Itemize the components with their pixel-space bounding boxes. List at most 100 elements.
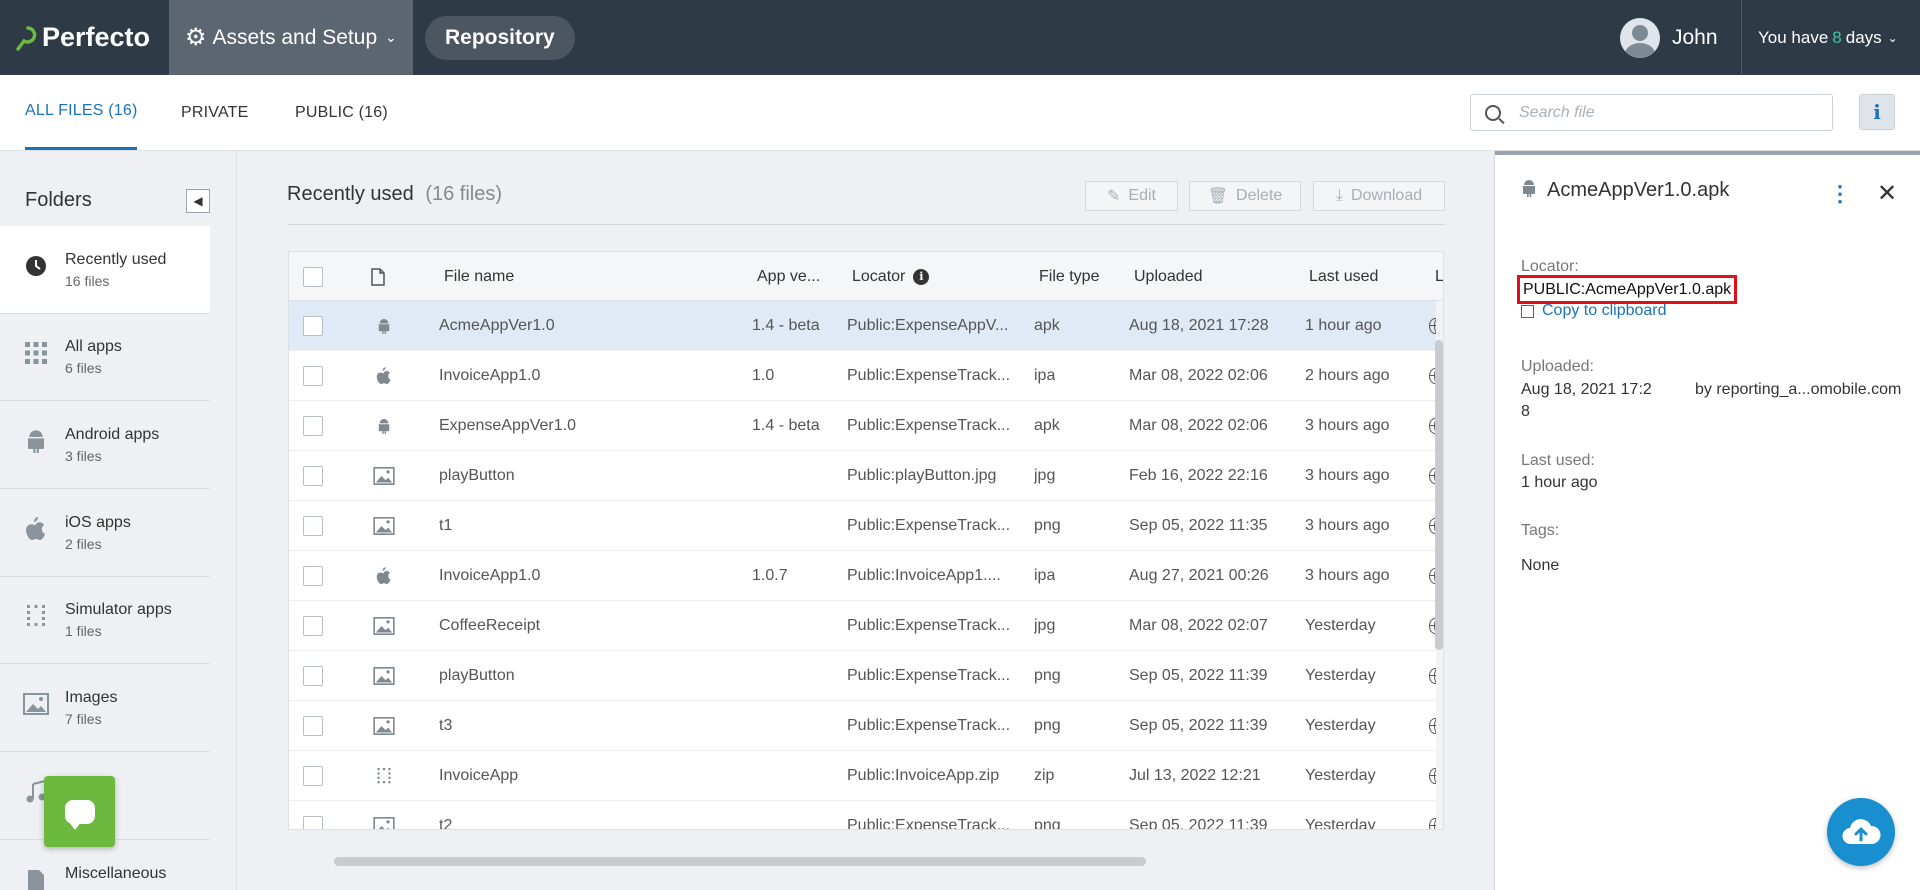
file-name-cell[interactable]: CoffeeReceipt	[439, 601, 540, 651]
edit-button[interactable]: ✎ Edit	[1085, 181, 1178, 211]
checkbox[interactable]	[303, 316, 323, 336]
header-last-used[interactable]: Last used	[1309, 252, 1378, 301]
header-file-type[interactable]: File type	[1039, 252, 1099, 301]
copy-to-clipboard-link[interactable]: Copy to clipboard	[1521, 302, 1667, 320]
checkbox[interactable]	[303, 466, 323, 486]
folder-item-simulator-apps[interactable]: Simulator apps 1 files	[0, 576, 210, 664]
clock-icon	[23, 255, 49, 284]
tab-all-files[interactable]: ALL FILES (16)	[25, 75, 138, 150]
folder-item-miscellaneous[interactable]: Miscellaneous 3 files	[0, 840, 210, 890]
file-name-cell[interactable]: InvoiceApp1.0	[439, 351, 540, 401]
chat-button[interactable]	[44, 776, 115, 847]
checkbox[interactable]	[303, 516, 323, 536]
row-checkbox[interactable]	[303, 351, 323, 401]
uploaded-cell: Aug 27, 2021 00:26	[1129, 567, 1269, 584]
row-checkbox[interactable]	[303, 551, 323, 601]
checkbox[interactable]	[303, 266, 323, 287]
header-level[interactable]: Le	[1435, 252, 1443, 301]
checkbox[interactable]	[303, 716, 323, 736]
info-icon[interactable]: i	[913, 268, 930, 285]
more-options-icon[interactable]: ⋮	[1829, 181, 1851, 207]
trial-menu[interactable]: You have 8 days ⌄	[1741, 0, 1920, 75]
folder-item-all-apps[interactable]: All apps 6 files	[0, 313, 210, 401]
header-locator[interactable]: Locator i	[852, 252, 930, 301]
file-type-cell: ipa	[1034, 367, 1056, 384]
file-name-cell[interactable]: t2	[439, 801, 452, 829]
row-checkbox[interactable]	[303, 301, 323, 351]
table-row[interactable]: t1 Public:ExpenseTrack... png Sep 05, 2022 …	[289, 501, 1443, 551]
table-row[interactable]: t2 Public:ExpenseTrack... png Sep 05, 2022 …	[289, 801, 1443, 830]
tab-private[interactable]: PRIVATE	[181, 75, 249, 151]
table-row[interactable]: ExpenseAppVer1.0 1.4 - beta Public:Expense…	[289, 401, 1443, 451]
checkbox[interactable]	[303, 416, 323, 436]
folder-count: 6 files	[65, 359, 102, 376]
row-checkbox[interactable]	[303, 501, 323, 551]
row-checkbox[interactable]	[303, 801, 323, 829]
table-row[interactable]: InvoiceApp1.0 1.0 Public:ExpenseTrack... ip…	[289, 351, 1443, 401]
table-row[interactable]: InvoiceApp Public:InvoiceApp.zip zip Jul 13…	[289, 751, 1443, 801]
delete-label: Delete	[1236, 187, 1283, 204]
avatar	[1620, 17, 1660, 58]
folder-item-recently-used[interactable]: Recently used 16 files	[0, 226, 210, 314]
row-checkbox[interactable]	[303, 601, 323, 651]
table-row[interactable]: CoffeeReceipt Public:ExpenseTrack... jpg Ma…	[289, 601, 1443, 651]
checkbox[interactable]	[303, 366, 323, 386]
upload-button[interactable]	[1827, 798, 1895, 866]
table-row[interactable]: AcmeAppVer1.0 1.4 - beta Public:ExpenseApp…	[289, 301, 1443, 351]
file-name-cell[interactable]: InvoiceApp1.0	[439, 551, 540, 601]
header-app-version[interactable]: App ve...	[757, 252, 827, 301]
delete-button[interactable]: 🗑 Delete	[1189, 181, 1301, 211]
file-name-cell[interactable]: ExpenseAppVer1.0	[439, 401, 576, 451]
repository-pill[interactable]: Repository	[425, 15, 575, 60]
row-checkbox[interactable]	[303, 651, 323, 701]
uploaded-by: by reporting_a...omobile.com	[1695, 381, 1902, 398]
file-name-cell[interactable]: playButton	[439, 451, 515, 501]
checkbox[interactable]	[303, 666, 323, 686]
folders-sidebar: Folders ◀ Recently used 16 files All apps 6…	[0, 151, 237, 890]
table-row[interactable]: InvoiceApp1.0 1.0.7 Public:InvoiceApp1....…	[289, 551, 1443, 601]
checkbox[interactable]	[303, 566, 323, 586]
row-checkbox[interactable]	[303, 451, 323, 501]
file-name-cell[interactable]: t3	[439, 701, 452, 751]
row-checkbox[interactable]	[303, 701, 323, 751]
folder-item-images[interactable]: Images 7 files	[0, 664, 210, 752]
file-name-cell[interactable]: InvoiceApp	[439, 751, 518, 801]
checkbox[interactable]	[303, 766, 323, 786]
download-button[interactable]: ⤓ Download	[1313, 181, 1445, 211]
file-name-cell[interactable]: AcmeAppVer1.0	[439, 301, 555, 351]
trash-icon: 🗑	[1207, 188, 1229, 205]
locator-cell: Public:InvoiceApp1....	[847, 567, 1001, 584]
folder-item-ios-apps[interactable]: iOS apps 2 files	[0, 489, 210, 577]
header-uploaded[interactable]: Uploaded	[1134, 252, 1203, 301]
folder-name: iOS apps	[65, 513, 131, 531]
search-input[interactable]	[1519, 103, 1799, 122]
perfecto-logo[interactable]: Perfecto	[0, 0, 169, 75]
row-checkbox[interactable]	[303, 751, 323, 801]
header-file-name[interactable]: File name	[444, 252, 514, 301]
last-used-cell: Yesterday	[1305, 717, 1376, 734]
file-name-cell[interactable]: playButton	[439, 651, 515, 701]
last-used-cell: Yesterday	[1305, 817, 1376, 830]
locator-value[interactable]: PUBLIC:AcmeAppVer1.0.apk	[1517, 275, 1738, 304]
last-used-cell: Yesterday	[1305, 767, 1376, 784]
assets-and-setup-menu[interactable]: ⚙ Assets and Setup ⌄	[169, 0, 413, 75]
tab-public[interactable]: PUBLIC (16)	[295, 75, 388, 151]
info-button[interactable]: i	[1859, 94, 1895, 130]
horizontal-scrollbar[interactable]	[334, 857, 1146, 866]
folder-item-android-apps[interactable]: Android apps 3 files	[0, 401, 210, 489]
select-all-checkbox[interactable]	[303, 252, 323, 301]
collapse-sidebar-button[interactable]: ◀	[186, 189, 210, 213]
folder-name: Simulator apps	[65, 600, 172, 618]
file-name-cell[interactable]: t1	[439, 501, 452, 551]
checkbox[interactable]	[303, 616, 323, 636]
user-menu[interactable]: John	[1620, 0, 1718, 75]
table-row[interactable]: t3 Public:ExpenseTrack... png Sep 05, 2022 …	[289, 701, 1443, 751]
folder-name: Miscellaneous	[65, 864, 167, 882]
file-type-cell: ipa	[1034, 567, 1056, 584]
checkbox[interactable]	[303, 816, 323, 829]
vertical-scrollbar[interactable]	[1435, 340, 1443, 650]
close-icon[interactable]: ✕	[1877, 179, 1897, 208]
table-row[interactable]: playButton Public:playButton.jpg jpg Feb 16…	[289, 451, 1443, 501]
row-checkbox[interactable]	[303, 401, 323, 451]
table-row[interactable]: playButton Public:ExpenseTrack... png Sep 0…	[289, 651, 1443, 701]
